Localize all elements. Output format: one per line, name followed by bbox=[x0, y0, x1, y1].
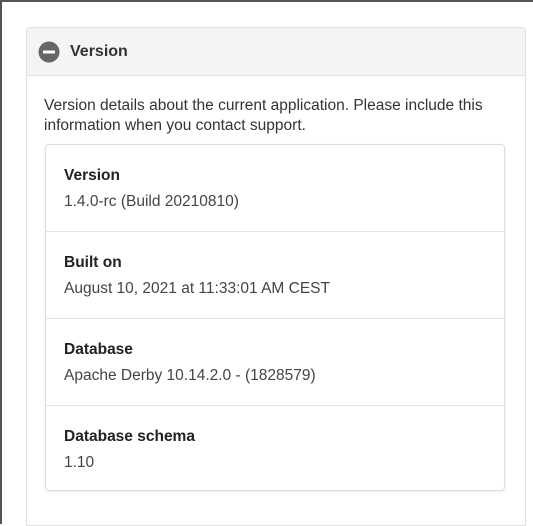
detail-value: Apache Derby 10.14.2.0 - (1828579) bbox=[64, 367, 316, 384]
detail-value: August 10, 2021 at 11:33:01 AM CEST bbox=[64, 280, 330, 297]
detail-row-built-on: Built on August 10, 2021 at 11:33:01 AM … bbox=[46, 232, 504, 319]
version-panel-header[interactable]: Version bbox=[27, 28, 525, 76]
panel-title: Version bbox=[70, 42, 128, 60]
detail-label: Built on bbox=[64, 254, 122, 271]
version-panel: Version Version details about the curren… bbox=[26, 27, 526, 526]
window-frame: Version Version details about the curren… bbox=[0, 0, 533, 526]
detail-label: Database bbox=[64, 341, 133, 358]
version-description: Version details about the current applic… bbox=[44, 97, 483, 134]
detail-row-database: Database Apache Derby 10.14.2.0 - (18285… bbox=[46, 319, 504, 406]
detail-row-version: Version 1.4.0-rc (Build 20210810) bbox=[46, 145, 504, 232]
detail-label: Version bbox=[64, 167, 120, 184]
detail-value: 1.10 bbox=[64, 454, 95, 471]
detail-label: Database schema bbox=[64, 428, 195, 445]
minus-circle-icon[interactable] bbox=[38, 41, 60, 63]
detail-value: 1.4.0-rc (Build 20210810) bbox=[64, 193, 239, 210]
panel-body: Version details about the current applic… bbox=[27, 76, 525, 491]
detail-row-database-schema: Database schema 1.10 bbox=[46, 406, 504, 490]
version-details-list: Version 1.4.0-rc (Build 20210810) Built … bbox=[45, 144, 505, 491]
